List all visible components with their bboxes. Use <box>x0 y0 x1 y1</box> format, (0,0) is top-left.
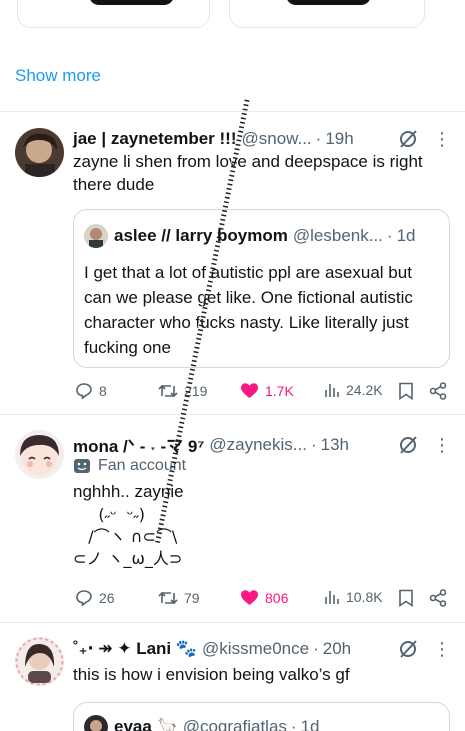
who-to-follow-card[interactable] <box>17 0 210 28</box>
quoted-handle: @cografiatlas <box>182 717 287 731</box>
quoted-tweet[interactable]: evaa 🦙 @cografiatlas · 1d <box>73 702 450 731</box>
like-count: 1.7K <box>265 383 294 399</box>
heart-icon <box>241 590 258 605</box>
tweet-header: ˚₊‧ ↠ ✦ Lani 🐾 @kissme0nce · 20h ⋮ <box>73 638 451 660</box>
avatar[interactable] <box>15 430 64 479</box>
theater-mask-icon <box>74 459 90 473</box>
reply-count: 26 <box>99 590 115 606</box>
tweet[interactable]: jae | zaynetember !!! @snow... · 19h ⋮ z… <box>0 112 465 414</box>
action-bar: 26 79 806 10.8K <box>73 589 451 609</box>
bookmark-icon[interactable] <box>398 589 414 607</box>
tweet-text: this is how i envision being valko’s gf <box>73 665 350 684</box>
heart-icon <box>241 383 258 398</box>
action-bar: 8 219 1.7K 24.2K <box>73 382 451 402</box>
tweet-text: zayne li shen from love and deepspace is… <box>73 152 423 194</box>
tweet[interactable]: ˚₊‧ ↠ ✦ Lani 🐾 @kissme0nce · 20h ⋮ this … <box>0 623 465 731</box>
display-name[interactable]: jae | zaynetember !!! <box>73 129 236 149</box>
quoted-avatar <box>84 224 108 248</box>
quoted-tweet[interactable]: aslee // larry boymom @lesbenk... · 1d I… <box>73 209 450 368</box>
quoted-display-name: aslee // larry boymom <box>114 226 288 245</box>
who-to-follow-card[interactable] <box>229 0 425 28</box>
top-cards-row <box>0 0 465 30</box>
like-count: 806 <box>265 590 289 606</box>
grok-icon[interactable] <box>397 638 419 660</box>
kaomoji-art: (˶ᵕ ᵕ˶) /⌒ヽ ∩⊂⌒\ ⊂ノ ヽ_ω_人⊃ <box>73 505 183 568</box>
tweet-text: nghhh.. zaynie <box>73 482 184 501</box>
quoted-timestamp: 1d <box>396 226 416 245</box>
fan-account-label: Fan account <box>73 457 186 475</box>
display-name[interactable]: ˚₊‧ ↠ ✦ Lani 🐾 <box>73 639 197 659</box>
quoted-tweet-header: aslee // larry boymom @lesbenk... · 1d <box>84 224 416 248</box>
quoted-text: I get that a lot of autistic ppl are ase… <box>84 263 413 357</box>
reply-icon <box>76 590 92 607</box>
reply-button[interactable]: 8 <box>75 382 107 400</box>
separator-dot: · <box>315 129 322 148</box>
repost-count: 79 <box>184 590 200 606</box>
fan-account-text: Fan account <box>98 457 187 474</box>
quoted-avatar <box>84 715 108 731</box>
views-button[interactable]: 24.2K <box>324 382 383 398</box>
like-button[interactable]: 806 <box>240 589 288 607</box>
analytics-icon <box>325 384 339 397</box>
tweet-header: mona /ᐠ - ˕ -マ 9⁷ @zaynekis... · 13h ⋮ <box>73 432 451 457</box>
share-icon[interactable] <box>429 382 447 400</box>
more-options-icon[interactable]: ⋮ <box>433 436 451 454</box>
follow-button[interactable] <box>89 0 174 5</box>
timestamp[interactable]: 20h <box>323 639 351 659</box>
follow-button[interactable] <box>286 0 371 5</box>
analytics-icon <box>325 591 339 604</box>
more-options-icon[interactable]: ⋮ <box>433 640 451 658</box>
user-handle[interactable]: @zaynekis... <box>209 435 307 455</box>
repost-button[interactable]: 79 <box>158 589 200 607</box>
reply-count: 8 <box>99 383 107 399</box>
display-name[interactable]: mona /ᐠ - ˕ -マ 9⁷ <box>73 432 204 457</box>
avatar[interactable] <box>15 128 64 177</box>
avatar[interactable] <box>15 637 64 686</box>
tweet[interactable]: mona /ᐠ - ˕ -マ 9⁷ @zaynekis... · 13h ⋮ F… <box>0 415 465 622</box>
grok-icon[interactable] <box>397 128 419 150</box>
reply-button[interactable]: 26 <box>75 589 115 607</box>
quoted-display-name: evaa 🦙 <box>114 717 178 731</box>
quoted-handle: @lesbenk... <box>292 226 383 245</box>
tweet-header: jae | zaynetember !!! @snow... · 19h ⋮ <box>73 128 451 150</box>
grok-icon[interactable] <box>397 434 419 456</box>
quoted-timestamp: 1d <box>300 717 320 731</box>
quoted-tweet-header: evaa 🦙 @cografiatlas · 1d <box>84 715 320 731</box>
views-button[interactable]: 10.8K <box>324 589 383 605</box>
bookmark-icon[interactable] <box>398 382 414 400</box>
repost-count: 219 <box>184 383 208 399</box>
like-button[interactable]: 1.7K <box>240 382 294 400</box>
reply-icon <box>76 383 92 400</box>
view-count: 24.2K <box>346 382 383 398</box>
repost-icon <box>158 591 178 605</box>
user-handle[interactable]: @kissme0nce <box>202 639 309 659</box>
timestamp[interactable]: 19h <box>325 129 353 149</box>
user-handle[interactable]: @snow... <box>241 129 311 149</box>
share-icon[interactable] <box>429 589 447 607</box>
show-more-link[interactable]: Show more <box>15 66 101 86</box>
view-count: 10.8K <box>346 589 383 605</box>
more-options-icon[interactable]: ⋮ <box>433 130 451 148</box>
repost-icon <box>158 384 178 398</box>
timestamp[interactable]: 13h <box>321 435 349 455</box>
repost-button[interactable]: 219 <box>158 382 207 400</box>
